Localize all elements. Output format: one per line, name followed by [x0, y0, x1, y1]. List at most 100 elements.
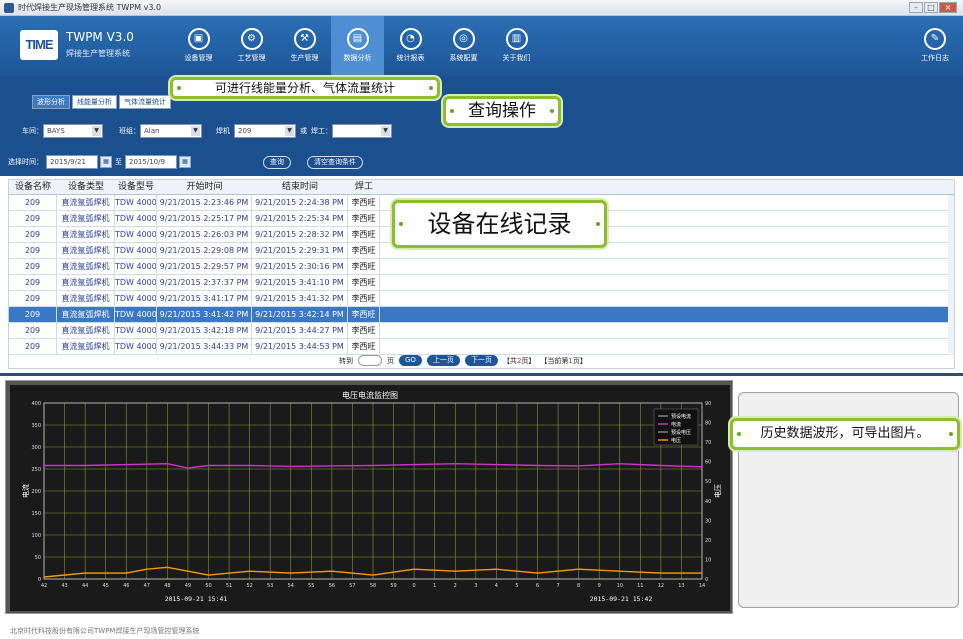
- nav-about[interactable]: ▥ 关于我们: [490, 16, 543, 76]
- splitter[interactable]: [0, 373, 963, 376]
- header: TIME TWPM V3.0 焊接生产管理系统 ▣ 设备管理 ⚙ 工艺管理 ⚒ …: [0, 16, 963, 76]
- y-tick-label: 0: [38, 577, 41, 583]
- table-cell: 9/21/2015 2:25:34 PM: [252, 211, 348, 226]
- goto-label: 转到: [339, 356, 353, 365]
- x-tick-label: 45: [103, 583, 109, 589]
- prev-page-button[interactable]: 上一页: [426, 355, 460, 366]
- table-cell: 209: [9, 243, 57, 258]
- table-row[interactable]: 209 直流氩弧焊机 TDW 4000 9/21/2015 3:41:17 PM 9/2…: [9, 291, 954, 307]
- x-tick-label: 12: [658, 583, 664, 589]
- table-cell: 209: [9, 323, 57, 338]
- tab-waveform[interactable]: 波形分析: [32, 95, 70, 109]
- table-row[interactable]: 209 直流氩弧焊机 TDW 4000 9/21/2015 2:37:37 PM 9/2…: [9, 275, 954, 291]
- column-header[interactable]: 设备类型: [57, 180, 115, 194]
- table-cell: 直流氩弧焊机: [57, 307, 115, 322]
- table-cell: 9/21/2015 2:29:08 PM: [157, 243, 252, 258]
- table-row[interactable]: 209 直流氩弧焊机 TDW 4000 9/21/2015 2:29:57 PM 9/2…: [9, 259, 954, 275]
- table-cell: 209: [9, 339, 57, 354]
- clear-conditions-button[interactable]: 清空查询条件: [307, 155, 363, 169]
- table-cell: TDW 4000: [115, 243, 157, 258]
- table-cell: 李西旺: [348, 243, 380, 258]
- x-tick-label: 42: [41, 583, 47, 589]
- legend-entry: 预设电流: [671, 413, 691, 420]
- callout-dot: [177, 86, 181, 90]
- table-cell: 9/21/2015 2:24:38 PM: [252, 195, 348, 210]
- nav-config[interactable]: ◎ 系统配置: [437, 16, 490, 76]
- table-cell: TDW 4000: [115, 323, 157, 338]
- table-cell: 209: [9, 307, 57, 322]
- nav-process[interactable]: ⚙ 工艺管理: [225, 16, 278, 76]
- team-label: 班组：: [119, 127, 140, 135]
- nav-label: 关于我们: [502, 54, 531, 62]
- tab-line-energy[interactable]: 线能量分析: [72, 95, 117, 109]
- team-value: Alan: [144, 127, 160, 135]
- table-cell: 李西旺: [348, 259, 380, 274]
- nav-device[interactable]: ▣ 设备管理: [172, 16, 225, 76]
- next-page-button[interactable]: 下一页: [464, 355, 498, 366]
- table-cell: 9/21/2015 3:41:10 PM: [252, 275, 348, 290]
- x-tick-label: 13: [678, 583, 684, 589]
- date-to-input[interactable]: 2015/10/9: [125, 155, 177, 169]
- nav-report[interactable]: ◔ 统计报表: [384, 16, 437, 76]
- production-icon: ⚒: [293, 28, 316, 50]
- chevron-down-icon: ▼: [191, 126, 200, 136]
- nav-production[interactable]: ⚒ 生产管理: [278, 16, 331, 76]
- device-icon: ▣: [187, 28, 210, 50]
- column-header[interactable]: 结束时间: [252, 180, 348, 194]
- calendar-icon[interactable]: ▦: [100, 156, 112, 168]
- chevron-down-icon: ▼: [381, 126, 390, 136]
- table-row[interactable]: 209 直流氩弧焊机 TDW 4000 9/21/2015 3:44:33 PM 9/2…: [9, 339, 954, 355]
- y2-tick-label: 0: [705, 577, 708, 583]
- query-button[interactable]: 查询: [263, 155, 291, 169]
- x-tick-label: 5: [515, 583, 518, 589]
- welder-machine-select[interactable]: 209 ▼: [234, 124, 296, 138]
- vertical-scrollbar[interactable]: [948, 195, 954, 353]
- calendar-icon[interactable]: ▦: [179, 156, 191, 168]
- callout-dot: [596, 222, 600, 226]
- y2-tick-label: 50: [705, 479, 711, 485]
- to-label: 至: [115, 158, 122, 166]
- nav-label: 工作日志: [921, 54, 949, 62]
- column-header[interactable]: 焊工: [348, 180, 380, 194]
- x-tick-label: 14: [699, 583, 705, 589]
- x-tick-label: 54: [288, 583, 294, 589]
- legend-entry: 电压: [671, 437, 681, 444]
- y-tick-label: 50: [35, 555, 41, 561]
- callout-dot: [737, 432, 741, 436]
- go-button[interactable]: GO: [399, 355, 422, 366]
- app-icon: [4, 3, 14, 13]
- x-tick-label: 50: [205, 583, 211, 589]
- table-header: 设备名称 设备类型 设备型号 开始时间 结束时间 焊工: [9, 180, 954, 195]
- date-from-input[interactable]: 2015/9/21: [46, 155, 98, 169]
- tab-gas-flow[interactable]: 气体流量统计: [119, 95, 171, 109]
- nav-worklog[interactable]: ✎ 工作日志: [915, 16, 955, 76]
- column-header[interactable]: 开始时间: [157, 180, 252, 194]
- table-cell: 9/21/2015 3:41:32 PM: [252, 291, 348, 306]
- workshop-select[interactable]: BAYS ▼: [43, 124, 103, 138]
- page-input[interactable]: [358, 355, 382, 366]
- welder-machine-value: 209: [238, 127, 252, 135]
- nav-analysis[interactable]: ▤ 数据分析: [331, 16, 384, 76]
- team-select[interactable]: Alan ▼: [140, 124, 202, 138]
- current-prefix: 【当前第: [540, 356, 569, 365]
- maximize-button[interactable]: □: [924, 2, 938, 13]
- table-cell: 9/21/2015 2:37:37 PM: [157, 275, 252, 290]
- nav-label: 工艺管理: [237, 54, 266, 62]
- x-tick-label: 43: [61, 583, 67, 589]
- about-icon: ▥: [505, 28, 528, 50]
- callout-dot: [550, 109, 554, 113]
- table-row[interactable]: 209 直流氩弧焊机 TDW 4000 9/21/2015 3:41:42 PM 9/2…: [9, 307, 954, 323]
- table-cell: 李西旺: [348, 339, 380, 354]
- table-cell: 李西旺: [348, 227, 380, 242]
- y2-tick-label: 40: [705, 499, 711, 505]
- close-button[interactable]: ×: [939, 2, 957, 13]
- y2-tick-label: 70: [705, 440, 711, 446]
- column-header[interactable]: 设备名称: [9, 180, 57, 194]
- column-header[interactable]: 设备型号: [115, 180, 157, 194]
- minimize-button[interactable]: –: [909, 2, 923, 13]
- table-cell: 李西旺: [348, 291, 380, 306]
- welder-select[interactable]: ▼: [332, 124, 392, 138]
- table-cell: 李西旺: [348, 195, 380, 210]
- table-row[interactable]: 209 直流氩弧焊机 TDW 4000 9/21/2015 3:42:18 PM 9/2…: [9, 323, 954, 339]
- table-cell: 209: [9, 259, 57, 274]
